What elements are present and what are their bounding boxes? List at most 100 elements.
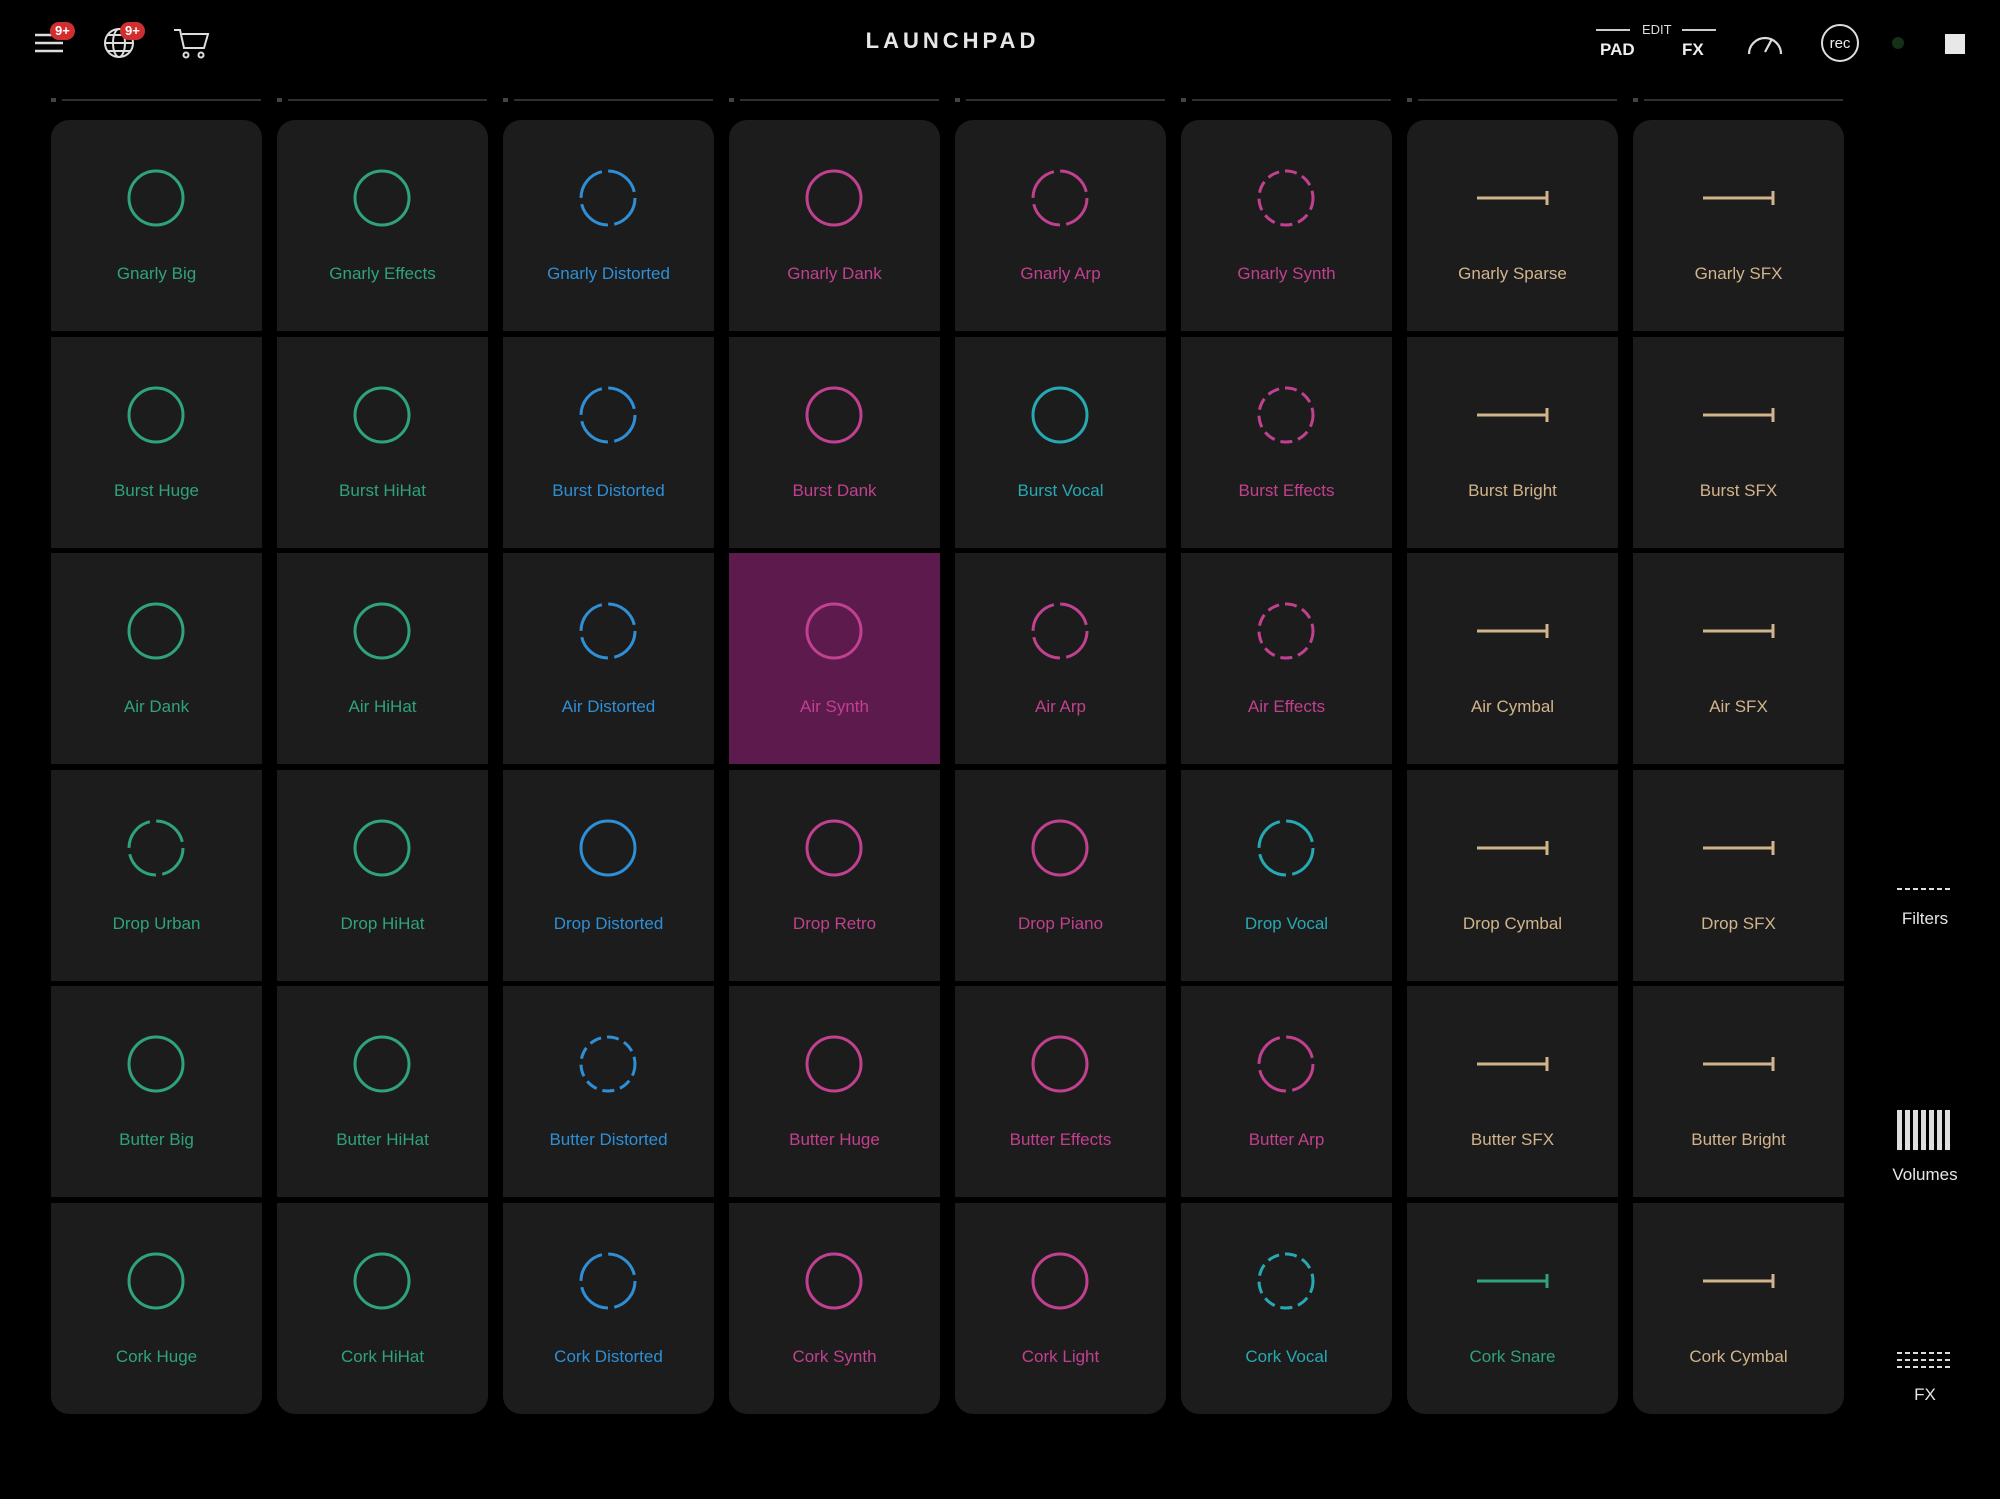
- pad-drop-vocal[interactable]: Drop Vocal: [1181, 769, 1392, 981]
- pad-gnarly-dank[interactable]: Gnarly Dank: [729, 120, 940, 331]
- pad-cork-hihat[interactable]: Cork HiHat: [277, 1202, 488, 1414]
- pad-drop-sfx[interactable]: Drop SFX: [1633, 769, 1844, 981]
- pad-butter-hihat[interactable]: Butter HiHat: [277, 986, 488, 1197]
- line-end-icon: [1703, 191, 1775, 205]
- tempo-button[interactable]: [1738, 18, 1792, 72]
- pad-label: Cork Synth: [792, 1346, 877, 1366]
- pad-air-sfx[interactable]: Air SFX: [1633, 553, 1844, 764]
- circle-icon: [127, 169, 185, 227]
- pad-label: Air Dank: [123, 697, 190, 716]
- pad-butter-distorted[interactable]: Butter Distorted: [503, 986, 714, 1197]
- pad-butter-big[interactable]: Butter Big: [51, 986, 262, 1197]
- circle-icon: [1031, 602, 1089, 660]
- line-end-icon: [1703, 407, 1775, 422]
- fx-edit-button[interactable]: FX: [1682, 40, 1704, 60]
- pad-label: Air Synth: [800, 697, 869, 716]
- pad-cork-huge[interactable]: Cork Huge: [51, 1202, 262, 1414]
- pad-gnarly-sfx[interactable]: Gnarly SFX: [1633, 120, 1844, 331]
- pad-butter-huge[interactable]: Butter Huge: [729, 986, 940, 1197]
- circle-icon: [353, 169, 411, 227]
- line-end-icon: [1477, 1057, 1549, 1071]
- pad-label: Drop Retro: [792, 913, 877, 933]
- circle-icon: [805, 819, 863, 876]
- pad-gnarly-sparse[interactable]: Gnarly Sparse: [1407, 120, 1618, 331]
- pad-label: Cork Cymbal: [1689, 1346, 1788, 1366]
- pad-cork-synth[interactable]: Cork Synth: [729, 1202, 940, 1414]
- divider: [1682, 29, 1716, 31]
- pad-air-dank[interactable]: Air Dank: [51, 553, 262, 764]
- pad-air-cymbal[interactable]: Air Cymbal: [1407, 553, 1618, 764]
- pad-burst-sfx[interactable]: Burst SFX: [1633, 336, 1844, 548]
- circle-icon: [1257, 819, 1315, 876]
- filters-button[interactable]: Filters: [1880, 882, 1970, 929]
- pad-air-hihat[interactable]: Air HiHat: [277, 553, 488, 764]
- volumes-button[interactable]: Volumes: [1880, 1108, 1970, 1185]
- pad-butter-sfx[interactable]: Butter SFX: [1407, 986, 1618, 1197]
- pad-gnarly-big[interactable]: Gnarly Big: [51, 120, 262, 331]
- pad-label: Gnarly Effects: [329, 264, 436, 283]
- column-indicator: [51, 98, 261, 102]
- line-end-icon: [1477, 407, 1549, 422]
- pad-burst-bright[interactable]: Burst Bright: [1407, 336, 1618, 548]
- filters-icon: [1897, 888, 1953, 890]
- pad-gnarly-synth[interactable]: Gnarly Synth: [1181, 120, 1392, 331]
- record-button[interactable]: rec: [1821, 24, 1859, 62]
- pad-label: Butter Effects: [1009, 1130, 1112, 1149]
- pad-label: Air Cymbal: [1470, 697, 1555, 716]
- pad-butter-arp[interactable]: Butter Arp: [1181, 986, 1392, 1197]
- pad-drop-piano[interactable]: Drop Piano: [955, 769, 1166, 981]
- circle-icon: [127, 602, 185, 660]
- pad-butter-bright[interactable]: Butter Bright: [1633, 986, 1844, 1197]
- pad-drop-retro[interactable]: Drop Retro: [729, 769, 940, 981]
- pad-drop-cymbal[interactable]: Drop Cymbal: [1407, 769, 1618, 981]
- pad-air-distorted[interactable]: Air Distorted: [503, 553, 714, 764]
- fx-label: FX: [1914, 1385, 1936, 1404]
- pad-drop-urban[interactable]: Drop Urban: [51, 769, 262, 981]
- pad-butter-effects[interactable]: Butter Effects: [955, 986, 1166, 1197]
- pad-burst-effects[interactable]: Burst Effects: [1181, 336, 1392, 548]
- circle-icon: [127, 1252, 185, 1309]
- status-indicator: [1892, 37, 1904, 49]
- pad-burst-vocal[interactable]: Burst Vocal: [955, 336, 1166, 548]
- line-end-icon: [1477, 840, 1549, 855]
- pad-label: Drop SFX: [1701, 913, 1776, 933]
- pad-label: Drop Distorted: [553, 913, 664, 933]
- pad-drop-hihat[interactable]: Drop HiHat: [277, 769, 488, 981]
- circle-icon: [1031, 169, 1089, 227]
- pad-burst-hihat[interactable]: Burst HiHat: [277, 336, 488, 548]
- pad-drop-distorted[interactable]: Drop Distorted: [503, 769, 714, 981]
- column-indicator: [1407, 98, 1617, 102]
- pad-gnarly-distorted[interactable]: Gnarly Distorted: [503, 120, 714, 331]
- pad-burst-dank[interactable]: Burst Dank: [729, 336, 940, 548]
- top-bar: 9+ 9+ LAUNCHPAD EDIT PAD FX rec: [0, 0, 2000, 90]
- fx-panel-button[interactable]: FX: [1880, 1348, 1970, 1405]
- pad-label: Cork Huge: [115, 1346, 198, 1366]
- pad-gnarly-effects[interactable]: Gnarly Effects: [277, 120, 488, 331]
- pad-cork-distorted[interactable]: Cork Distorted: [503, 1202, 714, 1414]
- circle-icon: [1031, 1252, 1089, 1309]
- pad-cork-cymbal[interactable]: Cork Cymbal: [1633, 1202, 1844, 1414]
- pad-air-arp[interactable]: Air Arp: [955, 553, 1166, 764]
- pad-air-synth[interactable]: Air Synth: [729, 553, 940, 764]
- stop-button[interactable]: [1945, 34, 1965, 54]
- column-indicator: [1633, 98, 1843, 102]
- pad-label: Air Arp: [1034, 697, 1087, 716]
- pad-gnarly-arp[interactable]: Gnarly Arp: [955, 120, 1166, 331]
- pad-burst-huge[interactable]: Burst Huge: [51, 336, 262, 548]
- circle-icon: [805, 1252, 863, 1309]
- edit-label: EDIT: [1642, 22, 1672, 37]
- circle-icon: [805, 169, 863, 227]
- column-indicator: [729, 98, 939, 102]
- pad-label: Butter Huge: [789, 1130, 880, 1149]
- pad-air-effects[interactable]: Air Effects: [1181, 553, 1392, 764]
- pad-label: Air SFX: [1709, 697, 1768, 716]
- column-indicator: [955, 98, 1165, 102]
- pad-label: Burst Distorted: [552, 480, 665, 500]
- circle-icon: [1031, 1035, 1089, 1093]
- pad-cork-light[interactable]: Cork Light: [955, 1202, 1166, 1414]
- pad-edit-button[interactable]: PAD: [1600, 40, 1635, 60]
- pad-cork-vocal[interactable]: Cork Vocal: [1181, 1202, 1392, 1414]
- pad-label: Air HiHat: [348, 697, 417, 716]
- pad-burst-distorted[interactable]: Burst Distorted: [503, 336, 714, 548]
- pad-cork-snare[interactable]: Cork Snare: [1407, 1202, 1618, 1414]
